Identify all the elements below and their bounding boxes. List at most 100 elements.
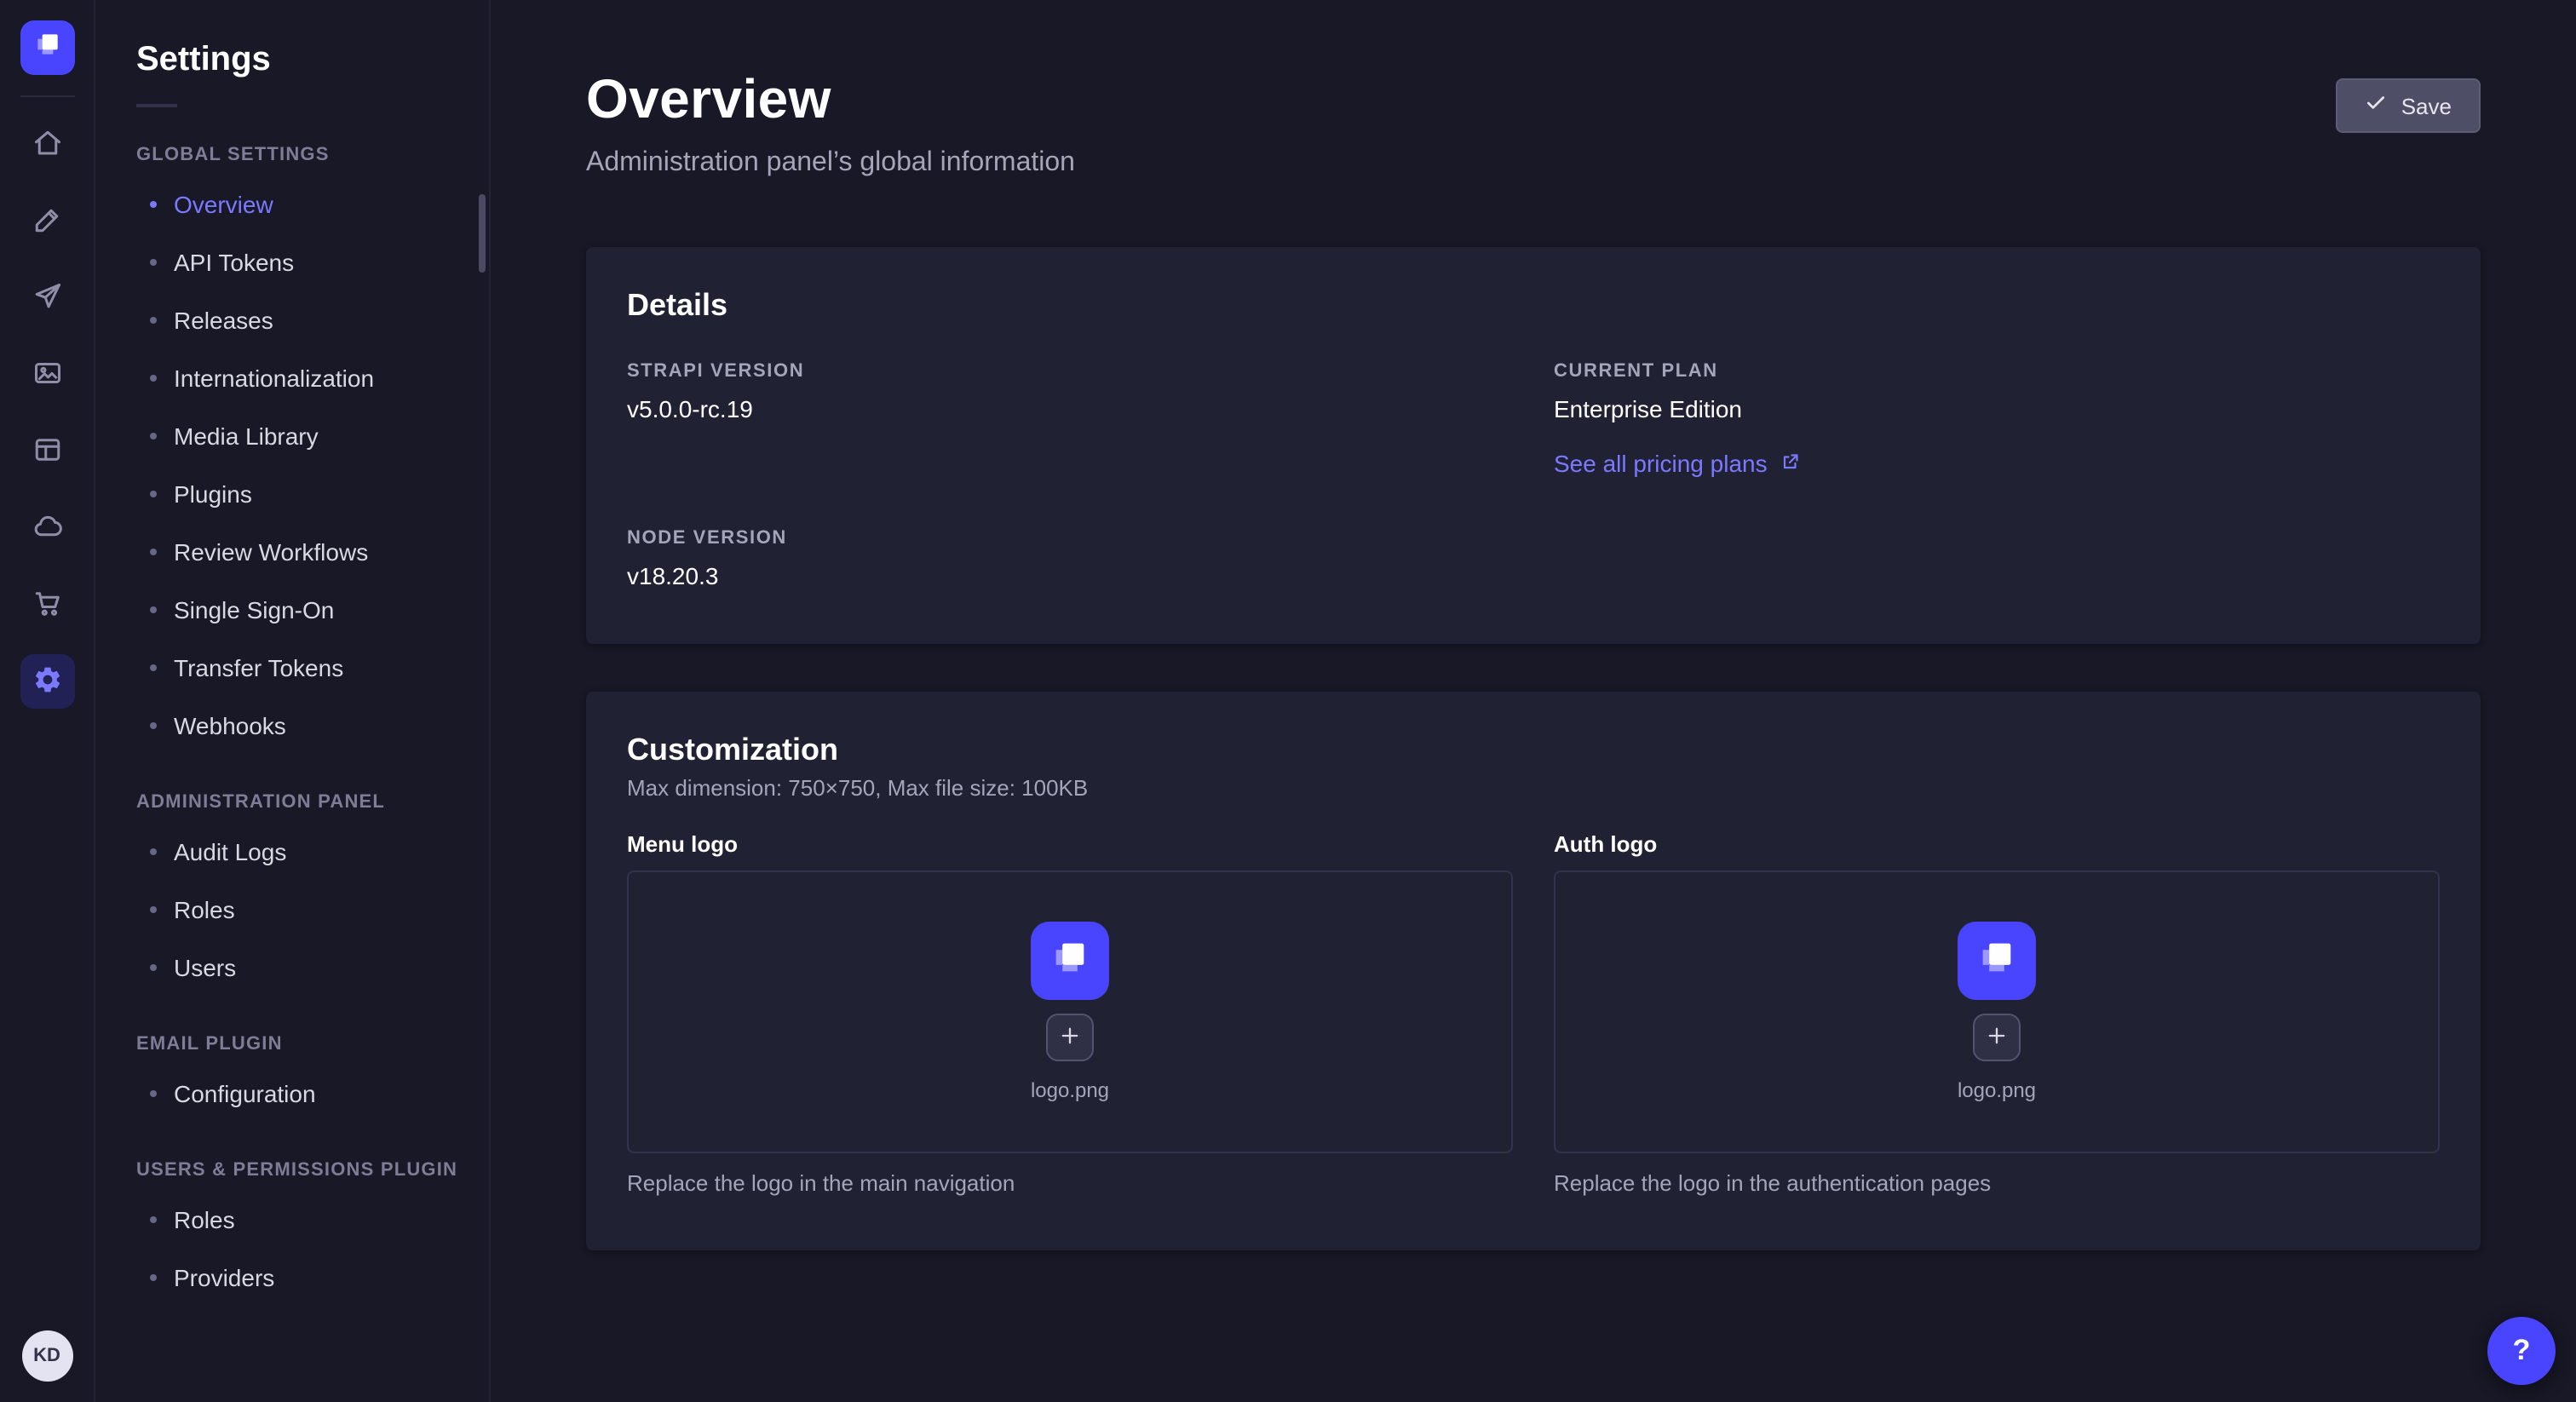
current-plan-field: CURRENT PLAN Enterprise Edition See all … <box>1554 361 2440 480</box>
menu-logo-add-button[interactable] <box>1046 1014 1094 1061</box>
subnav-item-transfer-tokens[interactable]: Transfer Tokens <box>136 639 475 697</box>
subnav-item-label: Overview <box>174 191 273 218</box>
bullet-icon <box>150 317 157 324</box>
rail-item-marketplace[interactable] <box>20 424 74 479</box>
save-button[interactable]: Save <box>2337 78 2481 133</box>
subnav-item-up-providers[interactable]: Providers <box>136 1249 475 1307</box>
subnav-title-divider <box>136 104 177 107</box>
bullet-icon <box>150 491 157 497</box>
node-version-value: v18.20.3 <box>627 562 1513 589</box>
help-button[interactable]: ? <box>2487 1317 2556 1385</box>
subnav-item-overview[interactable]: Overview <box>136 175 475 233</box>
settings-gear-icon <box>32 664 62 699</box>
rail-item-purchases[interactable] <box>20 577 74 632</box>
section-label-email-plugin: EMAIL PLUGIN <box>136 1034 475 1054</box>
avatar-initials: KD <box>33 1346 60 1366</box>
subnav-item-internationalization[interactable]: Internationalization <box>136 349 475 407</box>
subnav-item-label: Media Library <box>174 422 319 450</box>
subnav-item-single-sign-on[interactable]: Single Sign-On <box>136 581 475 639</box>
page-header: Overview Administration panel’s global i… <box>586 68 2481 179</box>
pricing-plans-link[interactable]: See all pricing plans <box>1554 450 1802 477</box>
section-label-users-permissions-plugin: USERS & PERMISSIONS PLUGIN <box>136 1160 475 1181</box>
strapi-logo[interactable] <box>20 20 74 75</box>
subnav-scrollbar[interactable] <box>479 194 486 273</box>
customization-card: Customization Max dimension: 750×750, Ma… <box>586 692 2481 1250</box>
strapi-version-label: STRAPI VERSION <box>627 361 1513 382</box>
media-library-icon <box>32 357 62 393</box>
layout-icon <box>32 434 62 469</box>
subnav-item-label: Roles <box>174 896 235 923</box>
rail-item-settings[interactable] <box>20 654 74 709</box>
details-grid-empty-cell <box>1554 528 2440 589</box>
details-card-title: Details <box>627 288 2440 324</box>
subnav-item-label: Audit Logs <box>174 838 286 865</box>
current-plan-label: CURRENT PLAN <box>1554 361 2440 382</box>
bullet-icon <box>150 606 157 613</box>
rail-item-content-builder[interactable] <box>20 194 74 249</box>
bullet-icon <box>150 259 157 266</box>
page-subtitle: Administration panel’s global informatio… <box>586 148 1075 179</box>
bullet-icon <box>150 722 157 729</box>
settings-subnav: Settings GLOBAL SETTINGS Overview API To… <box>95 0 491 1402</box>
app-window: KD Settings GLOBAL SETTINGS Overview API… <box>0 0 2576 1402</box>
save-button-label: Save <box>2401 93 2452 118</box>
subnav-item-label: Webhooks <box>174 712 286 739</box>
menu-logo-filename: logo.png <box>1031 1078 1109 1102</box>
rail-divider <box>20 95 74 97</box>
subnav-item-email-configuration[interactable]: Configuration <box>136 1065 475 1123</box>
auth-logo-dropzone[interactable]: logo.png <box>1554 871 2440 1153</box>
subnav-item-label: API Tokens <box>174 249 294 276</box>
bullet-icon <box>150 1274 157 1281</box>
customization-card-subtitle: Max dimension: 750×750, Max file size: 1… <box>627 775 2440 801</box>
strapi-mark-icon <box>1046 933 1094 989</box>
bullet-icon <box>150 433 157 440</box>
main-content: Overview Administration panel’s global i… <box>491 0 2576 1402</box>
rail-item-home[interactable] <box>20 118 74 172</box>
subnav-item-label: Review Workflows <box>174 538 368 566</box>
auth-logo-filename: logo.png <box>1958 1078 2036 1102</box>
subnav-item-plugins[interactable]: Plugins <box>136 465 475 523</box>
details-grid: STRAPI VERSION v5.0.0-rc.19 CURRENT PLAN… <box>627 361 2440 589</box>
page-title: Overview <box>586 68 1075 131</box>
bullet-icon <box>150 1216 157 1223</box>
rail-item-cloud[interactable] <box>20 501 74 555</box>
menu-logo-label: Menu logo <box>627 831 1513 857</box>
auth-logo-add-button[interactable] <box>1973 1014 2021 1061</box>
strapi-mark-icon <box>1973 933 2021 989</box>
subnav-item-up-roles[interactable]: Roles <box>136 1191 475 1249</box>
subnav-item-media-library[interactable]: Media Library <box>136 407 475 465</box>
details-card: Details STRAPI VERSION v5.0.0-rc.19 CURR… <box>586 247 2481 644</box>
subnav-item-label: Plugins <box>174 480 252 508</box>
customization-card-title: Customization <box>627 733 2440 768</box>
page-header-text: Overview Administration panel’s global i… <box>586 68 1075 179</box>
subnav-item-releases[interactable]: Releases <box>136 291 475 349</box>
subnav-item-label: Configuration <box>174 1080 316 1107</box>
subnav-item-audit-logs[interactable]: Audit Logs <box>136 823 475 881</box>
subnav-item-label: Single Sign-On <box>174 596 334 623</box>
subnav-item-api-tokens[interactable]: API Tokens <box>136 233 475 291</box>
subnav-item-admin-roles[interactable]: Roles <box>136 881 475 939</box>
subnav-title: Settings <box>136 41 475 80</box>
subnav-item-review-workflows[interactable]: Review Workflows <box>136 523 475 581</box>
bullet-icon <box>150 848 157 855</box>
pricing-link-label: See all pricing plans <box>1554 450 1768 477</box>
bullet-icon <box>150 549 157 555</box>
auth-logo-label: Auth logo <box>1554 831 2440 857</box>
pencil-icon <box>32 204 62 239</box>
rail-item-media-library[interactable] <box>20 348 74 402</box>
check-icon <box>2366 92 2388 119</box>
strapi-mark-icon <box>30 26 64 69</box>
rail-item-deploy[interactable] <box>20 271 74 325</box>
logo-uploads-row: Menu logo <box>627 831 2440 1196</box>
user-avatar[interactable]: KD <box>21 1330 72 1382</box>
subnav-item-label: Transfer Tokens <box>174 654 343 681</box>
bullet-icon <box>150 664 157 671</box>
menu-logo-dropzone[interactable]: logo.png <box>627 871 1513 1153</box>
subnav-item-label: Internationalization <box>174 365 374 392</box>
plus-icon <box>1985 1023 2009 1052</box>
subnav-item-admin-users[interactable]: Users <box>136 939 475 997</box>
menu-logo-preview <box>1031 922 1109 1000</box>
subnav-item-webhooks[interactable]: Webhooks <box>136 697 475 755</box>
menu-logo-hint: Replace the logo in the main navigation <box>627 1170 1513 1196</box>
home-icon <box>32 127 62 163</box>
